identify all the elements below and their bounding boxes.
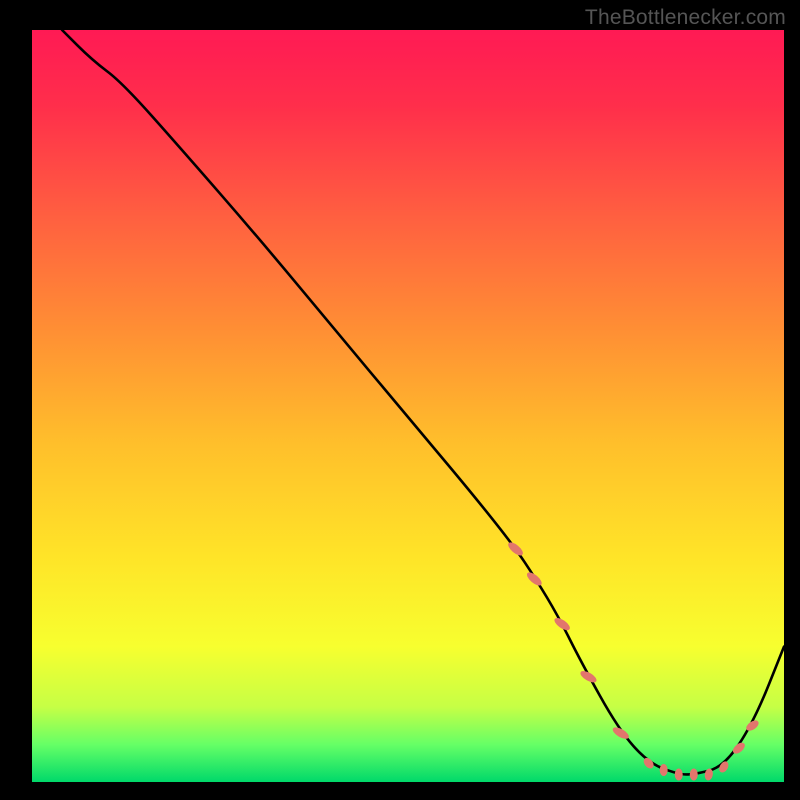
curve-marker — [579, 669, 599, 685]
curve-marker — [525, 570, 544, 588]
curve-marker — [690, 768, 698, 780]
curve-marker — [552, 616, 571, 633]
watermark-text: TheBottlenecker.com — [585, 6, 786, 30]
curve-marker — [506, 540, 525, 558]
curve-marker — [660, 764, 668, 776]
chart-svg — [0, 0, 800, 800]
chart-container: TheBottlenecker.com — [0, 0, 800, 800]
bottleneck-curve — [62, 30, 784, 774]
curve-marker — [675, 768, 683, 780]
